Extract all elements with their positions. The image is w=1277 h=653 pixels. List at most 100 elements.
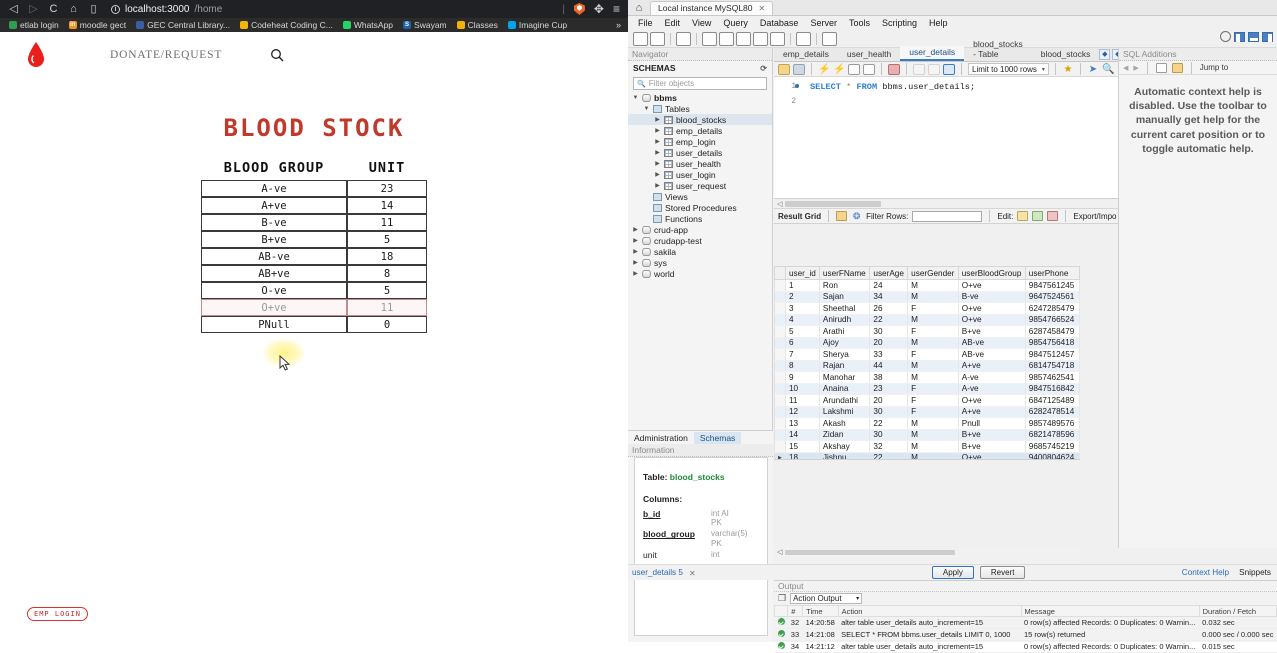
grid-cell[interactable]: B+ve	[958, 440, 1026, 453]
tree-node-blood-stocks[interactable]: ▶ blood_stocks	[628, 114, 772, 125]
grid-cell[interactable]: 24	[869, 279, 909, 292]
result-set-tab[interactable]: user_details 5	[632, 568, 683, 577]
grid-cell[interactable]: 34	[869, 291, 909, 303]
table-row[interactable]: 15 Akshay 32 M B+ve 9685745219	[774, 440, 1080, 453]
grid-cell[interactable]: 6282478514	[1025, 406, 1080, 418]
column-header-userPhone[interactable]: userPhone	[1024, 266, 1080, 280]
grid-cell[interactable]: 6247285479	[1025, 302, 1080, 315]
execute-icon[interactable]: ⚡	[818, 64, 830, 75]
prev-icon[interactable]: ◀	[1123, 64, 1128, 72]
apply-button[interactable]: Apply	[931, 566, 974, 579]
chevron-right-icon[interactable]: ▶	[632, 248, 639, 255]
menu-item-server[interactable]: Server	[804, 18, 843, 28]
connection-tab[interactable]: Local instance MySQL80 ✕	[650, 1, 774, 15]
tree-node-sakila[interactable]: ▶ sakila	[628, 246, 772, 257]
grid-cell[interactable]: 10	[785, 383, 820, 395]
grid-cell[interactable]: 38	[869, 371, 909, 384]
row-selector[interactable]	[774, 440, 786, 453]
tree-node-sys[interactable]: ▶ sys	[628, 257, 772, 268]
edit-pencil-icon[interactable]	[1017, 211, 1029, 221]
find-icon[interactable]: 🔍	[1102, 64, 1114, 75]
auto-help-icon[interactable]	[1171, 62, 1183, 73]
nav-donate-request[interactable]: DONATE/REQUEST	[110, 49, 222, 61]
search-table-data-icon[interactable]	[796, 31, 811, 46]
gear-icon[interactable]	[1220, 31, 1231, 42]
grid-cell[interactable]: 4	[785, 314, 820, 326]
menu-item-help[interactable]: Help	[923, 18, 954, 28]
table-row[interactable]: 11 Arundathi 20 F O+ve 6847125489	[774, 394, 1080, 407]
bookmark-item[interactable]: WhatsApp	[338, 20, 398, 30]
row-selector[interactable]	[774, 394, 786, 407]
grid-cell[interactable]: 1	[785, 279, 820, 292]
output-type-select[interactable]: Action Output ▾	[790, 593, 863, 604]
table-row[interactable]: ▶ 18 Jishnu 22 M O+ve 9400804624	[774, 451, 1080, 459]
commit-icon[interactable]	[913, 63, 925, 75]
grid-cell[interactable]: 30	[869, 325, 909, 338]
grid-cell[interactable]: M	[907, 429, 959, 441]
chevron-right-icon[interactable]: ▶	[654, 182, 661, 189]
browser-menu-icon[interactable]: ≡	[613, 2, 620, 16]
grid-cell[interactable]: Arundathi	[819, 394, 871, 407]
grid-cell[interactable]: 14	[785, 429, 820, 441]
delete-row-icon[interactable]	[1047, 211, 1059, 221]
row-selector[interactable]	[774, 428, 786, 441]
new-sql-tab-icon[interactable]	[633, 31, 648, 46]
bookmark-item[interactable]: in moodle gect	[64, 20, 131, 30]
row-selector[interactable]	[774, 336, 786, 349]
close-icon[interactable]: ✕	[689, 568, 696, 578]
tab-schemas[interactable]: Schemas	[693, 431, 742, 444]
grid-cell[interactable]: 30	[869, 406, 909, 418]
forward-icon[interactable]: ▷	[28, 3, 39, 15]
editor-tab-blood-stocks[interactable]: blood_stocks	[1032, 48, 1100, 61]
grid-cell[interactable]: Anaina	[819, 383, 871, 395]
jump-to-label[interactable]: Jump to	[1200, 63, 1228, 72]
grid-cell[interactable]: 18	[785, 452, 820, 459]
scroll-thumb[interactable]	[785, 549, 956, 555]
filter-rows-input[interactable]	[912, 210, 983, 222]
grid-cell[interactable]: 32	[869, 440, 909, 453]
tree-node-user-login[interactable]: ▶ user_login	[628, 169, 772, 180]
new-procedure-icon[interactable]	[753, 31, 768, 46]
chevron-down-icon[interactable]: ▼	[643, 106, 650, 112]
row-selector[interactable]	[774, 405, 786, 418]
row-selector[interactable]	[774, 382, 786, 395]
reading-list-icon[interactable]: ▯	[88, 3, 99, 15]
brave-shield-icon[interactable]	[573, 3, 585, 15]
extensions-icon[interactable]: ✥	[594, 2, 604, 16]
tab-administration[interactable]: Administration	[628, 432, 694, 444]
grid-cell[interactable]: M	[907, 279, 959, 292]
menu-item-scripting[interactable]: Scripting	[876, 18, 923, 28]
row-selector[interactable]	[774, 359, 786, 372]
grid-cell[interactable]: M	[907, 337, 959, 349]
grid-cell[interactable]: Sherya	[819, 348, 871, 361]
emp-login-button[interactable]: EMP LOGIN	[27, 607, 88, 621]
new-schema-icon[interactable]	[702, 31, 717, 46]
grid-cell[interactable]: M	[907, 452, 959, 459]
grid-cell[interactable]: Pnull	[958, 417, 1026, 430]
grid-cell[interactable]: M	[907, 371, 959, 384]
reconnect-server-icon[interactable]	[822, 31, 837, 46]
grid-cell[interactable]: A-ve	[958, 383, 1026, 395]
sql-editor[interactable]: 1 2 SELECT * FROM bbms.user_details;	[774, 77, 1118, 199]
chevron-right-icon[interactable]: ▶	[654, 171, 661, 178]
tree-node-functions[interactable]: Functions	[628, 213, 772, 224]
row-selector[interactable]	[774, 302, 786, 315]
grid-cell[interactable]: 9685745219	[1025, 440, 1080, 453]
table-row[interactable]: 2 Sajan 34 M B-ve 9647524561	[774, 290, 1080, 303]
grid-cell[interactable]: F	[907, 325, 959, 338]
grid-cell[interactable]: Akshay	[819, 440, 871, 453]
output-row[interactable]: 34 14:21:12 alter table user_details auto_…	[774, 640, 1277, 653]
table-row[interactable]: 6 Ajoy 20 M AB-ve 9854756418	[774, 336, 1080, 349]
table-row[interactable]: 14 Zidan 30 M B+ve 6821478596	[774, 428, 1080, 441]
row-selector[interactable]	[774, 348, 786, 361]
invisible-chars-icon[interactable]: ➤	[1087, 64, 1099, 75]
grid-cell[interactable]: Lakshmi	[819, 406, 871, 418]
chevron-down-icon[interactable]: ▼	[632, 95, 639, 101]
chevron-right-icon[interactable]: ▶	[654, 160, 661, 167]
result-grid[interactable]: user_id userFName userAge userGender userBlo…	[774, 266, 1080, 460]
grid-cell[interactable]: 26	[869, 302, 909, 315]
table-row[interactable]: 8 Rajan 44 M A+ve 6814754718	[774, 359, 1080, 372]
tree-node-stored-procedures[interactable]: Stored Procedures	[628, 202, 772, 213]
grid-cell[interactable]: A-ve	[958, 371, 1026, 384]
search-icon[interactable]	[270, 48, 284, 62]
